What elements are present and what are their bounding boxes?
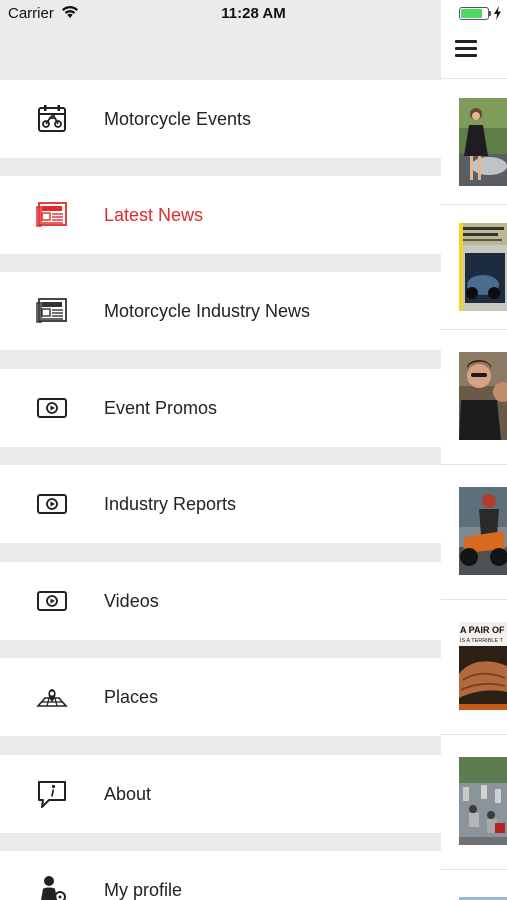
video-play-icon xyxy=(35,585,69,617)
thumbnail-partial xyxy=(459,892,507,900)
status-time: 11:28 AM xyxy=(221,5,286,22)
drawer-item-label: Videos xyxy=(104,591,159,611)
rider-profile-icon xyxy=(35,874,69,900)
news-feed-panel: A PAIR OF IS A TERRIBLE T xyxy=(441,0,507,900)
hamburger-menu-icon[interactable] xyxy=(455,36,481,60)
thumbnail-a-pair-of-hands: A PAIR OF IS A TERRIBLE T xyxy=(459,622,507,710)
drawer-item-motorcycle-industry-news[interactable]: Motorcycle Industry News xyxy=(0,272,441,350)
article-row[interactable] xyxy=(441,735,507,870)
drawer-item-label: Event Promos xyxy=(104,398,218,418)
status-bar: Carrier 11:28 AM xyxy=(0,0,507,28)
battery-fill xyxy=(461,9,483,18)
drawer-item-label: About xyxy=(104,784,152,804)
menu-line xyxy=(455,54,477,57)
header-divider xyxy=(441,78,507,79)
article-row[interactable]: A PAIR OF IS A TERRIBLE T xyxy=(441,600,507,735)
thumbnail-couple xyxy=(459,352,507,440)
drawer-item-label: My profile xyxy=(104,880,183,900)
thumbnail-caption-sub: IS A TERRIBLE T xyxy=(460,638,504,644)
video-play-icon xyxy=(35,392,69,424)
article-row[interactable] xyxy=(441,205,507,330)
drawer-item-label: Places xyxy=(104,687,159,707)
article-row[interactable] xyxy=(441,80,507,205)
drawer-item-motorcycle-events[interactable]: Motorcycle Events xyxy=(0,80,441,158)
article-row[interactable] xyxy=(441,870,507,900)
drawer-item-videos[interactable]: Videos xyxy=(0,562,441,640)
thumbnail-parade-riders xyxy=(459,757,507,845)
battery-tip xyxy=(489,11,491,16)
article-row[interactable] xyxy=(441,465,507,600)
thumbnail-caption: A PAIR OF xyxy=(460,625,505,635)
drawer-item-my-profile[interactable]: My profile xyxy=(0,851,441,900)
charging-bolt-icon xyxy=(494,6,501,20)
motorcycle-calendar-icon xyxy=(35,103,69,135)
thumbnail-magazine-cover xyxy=(459,223,507,311)
map-pin-icon xyxy=(35,681,69,713)
drawer-item-label: Industry Reports xyxy=(104,494,237,514)
newspaper-icon xyxy=(35,295,69,327)
navigation-drawer: Motorcycle Events Latest News Motorcycle… xyxy=(0,0,441,900)
article-row[interactable] xyxy=(441,330,507,465)
video-play-icon xyxy=(35,488,69,520)
thumbnail-woman-motorcycle xyxy=(459,98,507,186)
drawer-item-places[interactable]: Places xyxy=(0,658,441,736)
drawer-item-label: Latest News xyxy=(104,205,204,225)
battery-icon xyxy=(459,7,489,20)
menu-line xyxy=(455,47,477,50)
drawer-item-latest-news[interactable]: Latest News xyxy=(0,176,441,254)
thumbnail-rider-orange-bike xyxy=(459,487,507,575)
drawer-item-label: Motorcycle Industry News xyxy=(104,301,311,321)
drawer-item-about[interactable]: About xyxy=(0,755,441,833)
drawer-item-label: Motorcycle Events xyxy=(104,109,252,129)
info-bubble-icon xyxy=(35,778,69,810)
drawer-item-industry-reports[interactable]: Industry Reports xyxy=(0,465,441,543)
menu-line xyxy=(455,40,477,43)
newspaper-icon xyxy=(35,199,69,231)
drawer-item-event-promos[interactable]: Event Promos xyxy=(0,369,441,447)
